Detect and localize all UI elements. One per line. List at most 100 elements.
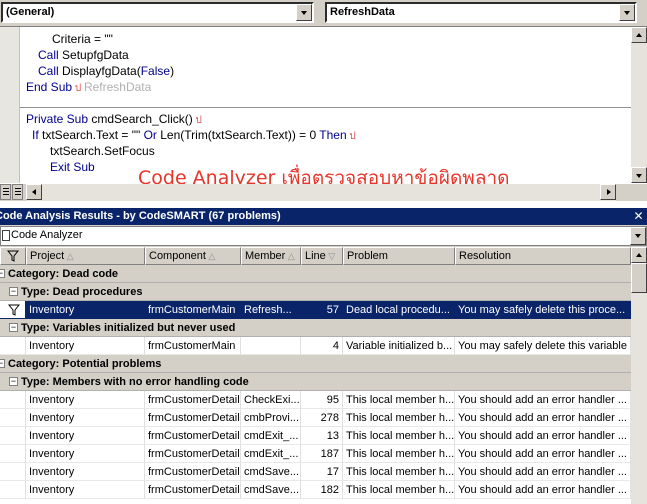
problem-row[interactable]: Inventory frmCustomerMain 4 Variable initia…: [0, 337, 631, 355]
sort-ascending-icon: △: [285, 251, 295, 261]
grid-vertical-scrollbar[interactable]: [631, 247, 647, 504]
column-header-label: Resolution: [459, 250, 511, 262]
row-selector[interactable]: [0, 463, 26, 481]
row-selector[interactable]: [0, 337, 26, 355]
problem-row[interactable]: Inventory frmCustomerDetail CheckExi... 95 T…: [0, 391, 631, 409]
code-line[interactable]: Exit Sub: [50, 159, 95, 175]
full-module-view-button[interactable]: [12, 184, 23, 200]
column-header-line[interactable]: Line ▽: [301, 247, 343, 265]
category-group-row[interactable]: − Category: Dead code: [0, 265, 631, 283]
procedure-view-button[interactable]: [0, 184, 11, 200]
group-label: Category: Dead code: [8, 268, 119, 280]
code-keyword: Call: [38, 48, 63, 62]
code-line[interactable]: Call SetupfgData: [38, 47, 129, 63]
chevron-down-icon: [624, 11, 630, 15]
cell-component: frmCustomerDetail: [145, 445, 241, 463]
row-selector[interactable]: [0, 445, 26, 463]
editor-margin: [0, 27, 20, 183]
problem-row[interactable]: Inventory frmCustomerDetail cmdExit_... 13 T…: [0, 427, 631, 445]
scroll-left-button[interactable]: [26, 184, 42, 200]
group-label: Type: Members with no error handling cod…: [21, 376, 249, 388]
arrow-up-icon: [636, 253, 642, 257]
code-line[interactable]: Private Sub cmdSearch_Click() ป: [26, 111, 202, 127]
type-group-row[interactable]: − Type: Variables initialized but never u…: [0, 319, 631, 337]
filter-column-header[interactable]: [0, 247, 26, 265]
column-header-label: Project: [30, 250, 65, 262]
sort-descending-icon: ▽: [325, 251, 336, 261]
group-label: Category: Potential problems: [8, 358, 162, 370]
object-combo[interactable]: (General): [1, 2, 314, 23]
scroll-up-button[interactable]: [631, 27, 647, 43]
editor-horizontal-scrollbar[interactable]: [26, 184, 616, 201]
code-line[interactable]: Criteria = "": [52, 31, 113, 47]
document-icon: [2, 230, 10, 241]
arrow-up-icon: [636, 33, 642, 37]
code-keyword: Or: [143, 128, 161, 142]
type-group-row[interactable]: − Type: Members with no error handling co…: [0, 373, 631, 391]
cell-line: 182: [301, 481, 343, 499]
cell-member: cmbProvi...: [241, 409, 301, 427]
collapse-toggle-icon[interactable]: −: [9, 287, 18, 296]
analyzer-combo-value: Code Analyzer: [11, 229, 83, 241]
cell-line: 17: [301, 463, 343, 481]
cell-project: Inventory: [26, 481, 145, 499]
analyzer-combo-dropdown-button[interactable]: [630, 227, 646, 245]
problem-row[interactable]: Inventory frmCustomerDetail cmdExit_... 187…: [0, 445, 631, 463]
results-panel-title: Code Analysis Results - by CodeSMART (67…: [0, 210, 281, 222]
cell-resolution: You should add an error handler ...: [455, 427, 631, 445]
collapse-toggle-icon[interactable]: −: [0, 359, 5, 368]
row-selector[interactable]: [0, 481, 26, 499]
procedure-combo-dropdown-button[interactable]: [619, 4, 635, 21]
problem-row[interactable]: Inventory frmCustomerDetail cmdSave... 17 Th…: [0, 463, 631, 481]
procedure-combo[interactable]: RefreshData: [325, 2, 637, 23]
row-selector[interactable]: [0, 409, 26, 427]
problem-row[interactable]: Inventory frmCustomerMain Refresh... 57 Dead…: [0, 301, 631, 319]
close-icon[interactable]: ✕: [632, 209, 645, 223]
grid-header: Project △ Component △ Member △ Line ▽ Proble…: [0, 247, 631, 265]
scroll-down-button[interactable]: [631, 167, 647, 183]
grid-scroll-up-button[interactable]: [631, 247, 647, 263]
cell-component: frmCustomerMain: [145, 337, 241, 355]
row-selector[interactable]: [0, 427, 26, 445]
code-keyword: Then: [319, 128, 347, 142]
cell-resolution: You may safely delete this proce...: [455, 301, 631, 319]
code-line[interactable]: Call DisplayfgData(False): [38, 63, 174, 79]
grid-scroll-thumb[interactable]: [631, 263, 647, 293]
collapse-toggle-icon[interactable]: −: [9, 323, 18, 332]
code-line[interactable]: txtSearch.SetFocus: [50, 143, 155, 159]
sort-ascending-icon: △: [205, 251, 216, 261]
cell-project: Inventory: [26, 301, 145, 319]
cell-component: frmCustomerDetail: [145, 391, 241, 409]
collapse-toggle-icon[interactable]: −: [9, 377, 18, 386]
cell-problem: Dead local procedu...: [343, 301, 455, 319]
code-line[interactable]: If txtSearch.Text = "" Or Len(Trim(txtSe…: [32, 127, 356, 143]
code-marker: ป: [192, 115, 202, 126]
results-grid[interactable]: Project △ Component △ Member △ Line ▽ Proble…: [0, 247, 631, 504]
cell-line: 187: [301, 445, 343, 463]
problem-row[interactable]: Inventory frmCustomerDetail cmdSave... 182 T…: [0, 481, 631, 499]
code-keyword: Call: [38, 64, 63, 78]
collapse-toggle-icon[interactable]: −: [0, 269, 5, 278]
cell-member: Refresh...: [241, 301, 301, 319]
cell-problem: This local member h...: [343, 391, 455, 409]
column-header-project[interactable]: Project △: [26, 247, 145, 265]
editor-horizontal-scrollbar-row: [0, 184, 647, 201]
code-line[interactable]: End Sub ป RefreshData: [26, 79, 151, 95]
problem-row[interactable]: Inventory frmCustomerDetail cmbProvi... 278…: [0, 409, 631, 427]
row-selector[interactable]: [0, 391, 26, 409]
sort-ascending-icon: △: [64, 251, 74, 261]
row-selector[interactable]: [0, 301, 26, 319]
column-header-component[interactable]: Component △: [145, 247, 241, 265]
analyzer-combo[interactable]: Code Analyzer: [0, 226, 647, 246]
editor-vertical-scrollbar[interactable]: [631, 27, 647, 183]
column-header-resolution[interactable]: Resolution: [455, 247, 631, 265]
column-header-member[interactable]: Member △: [241, 247, 301, 265]
object-combo-dropdown-button[interactable]: [296, 4, 312, 21]
code-window-combobar: (General) RefreshData: [0, 0, 647, 26]
code-editor[interactable]: Criteria = "" Call SetupfgData Call Displa…: [0, 26, 647, 209]
scroll-right-button[interactable]: [600, 184, 616, 200]
category-group-row[interactable]: − Category: Potential problems: [0, 355, 631, 373]
column-header-problem[interactable]: Problem: [343, 247, 455, 265]
cell-member: cmdExit_...: [241, 445, 301, 463]
type-group-row[interactable]: − Type: Dead procedures: [0, 283, 631, 301]
